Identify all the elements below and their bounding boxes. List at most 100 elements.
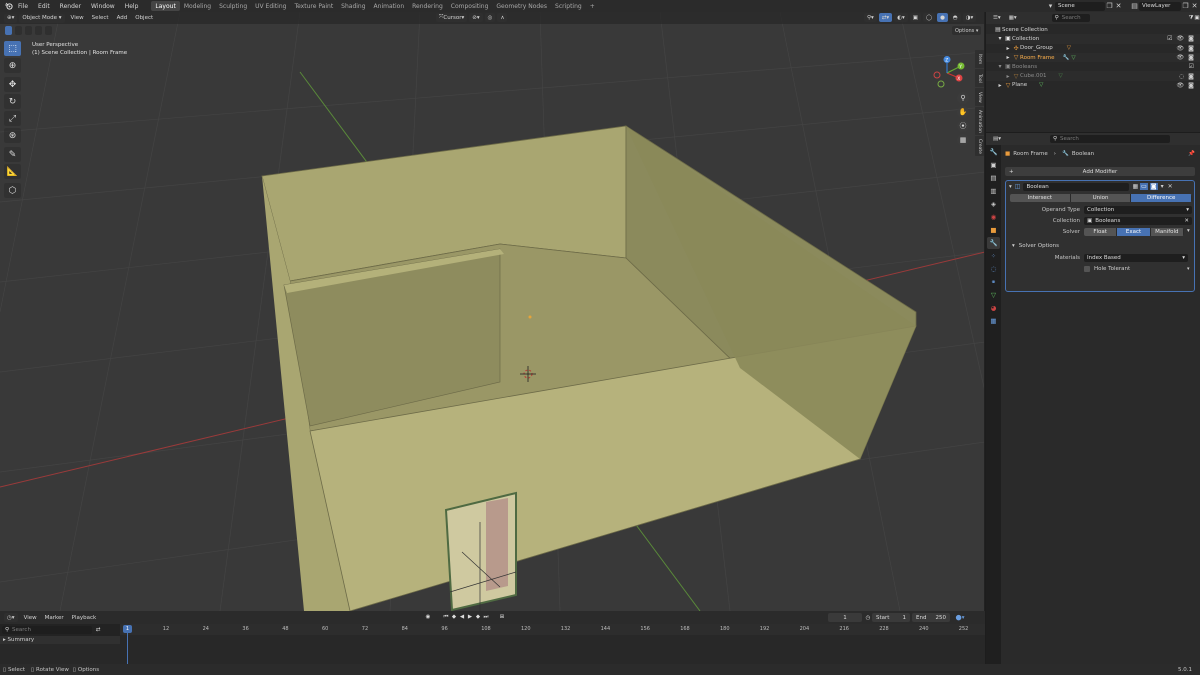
timeline-menu-playback[interactable]: Playback — [68, 613, 101, 622]
camera-icon[interactable]: ◙ — [1188, 73, 1194, 80]
checkbox-icon[interactable]: ☑ — [1189, 63, 1194, 70]
play-reverse-icon[interactable]: ◀ — [458, 613, 466, 621]
render-tab-icon[interactable]: ▣ — [987, 159, 1000, 171]
measure-tool-icon[interactable]: 📐 — [4, 164, 21, 179]
current-frame-field[interactable]: 1 — [828, 613, 862, 622]
view-layer-selector[interactable]: ▤ ViewLayer ❐ ✕ — [1130, 1, 1199, 11]
checkbox-icon[interactable]: ☑ — [1167, 35, 1172, 42]
xray-icon[interactable]: ▣ — [909, 13, 921, 22]
menu-file[interactable]: File — [13, 0, 33, 12]
collapse-arrow-icon[interactable]: ▾ — [1009, 184, 1012, 190]
camera-icon[interactable]: ◙ — [1188, 54, 1194, 61]
outliner-row-plane[interactable]: ▸ ▽ Plane ▽ 👁 ◙ — [986, 81, 1200, 90]
workspace-tab-scripting[interactable]: Scripting — [551, 1, 586, 11]
chevron-down-icon[interactable]: ▾ — [1187, 228, 1190, 234]
auto-keying-icon[interactable]: ◉ — [424, 613, 432, 621]
timeline-search-input[interactable]: ⚲ Search — [2, 625, 92, 634]
camera-icon[interactable]: ◙ — [1188, 82, 1194, 89]
outliner-editor[interactable]: ☰▾ ▦▾ ⚲ Search ⧩ ▣ ▤ Scene Collection ▾ ▣… — [986, 12, 1200, 132]
select-extend-icon[interactable] — [15, 26, 22, 35]
playhead-marker[interactable]: 1 — [123, 625, 132, 633]
annotate-tool-icon[interactable]: ✎ — [4, 147, 21, 162]
select-invert-icon[interactable] — [35, 26, 42, 35]
particles-tab-icon[interactable]: ⁘ — [987, 250, 1000, 262]
sidebar-tab-create[interactable]: Create — [975, 136, 984, 156]
close-icon[interactable]: ✕ — [1114, 2, 1123, 10]
sidebar-tab-item[interactable]: Item — [975, 50, 984, 68]
view-layer-name-field[interactable]: ViewLayer — [1139, 1, 1181, 11]
end-frame-field[interactable]: End 250 — [912, 613, 950, 622]
navigation-gizmo[interactable]: X Y Z — [929, 56, 973, 90]
cursor-tool-icon[interactable]: ⊕ — [4, 58, 21, 73]
camera-icon[interactable]: ◙ — [1188, 35, 1194, 42]
sidebar-tab-view[interactable]: View — [975, 88, 984, 106]
operand-type-dropdown[interactable]: Collection ▾ — [1084, 206, 1192, 214]
operation-intersect[interactable]: Intersect — [1010, 194, 1071, 202]
summary-channel[interactable]: ▸ Summary — [0, 636, 120, 644]
shading-wireframe-icon[interactable]: ◯ — [922, 13, 936, 22]
properties-editor-type-icon[interactable]: ▤▾ — [990, 134, 1004, 144]
playback-options-icon[interactable]: ⬤▾ — [956, 614, 965, 622]
menu-edit[interactable]: Edit — [33, 0, 55, 12]
outliner-row-scene-collection[interactable]: ▤ Scene Collection — [986, 25, 1200, 34]
frame-ruler[interactable]: 12 24 36 48 60 72 84 96 108 120 132 144 156 168 180 192… — [120, 624, 985, 635]
solver-exact[interactable]: Exact — [1117, 228, 1151, 236]
pin-icon[interactable]: 📌 — [1188, 151, 1195, 157]
solver-float[interactable]: Float — [1084, 228, 1118, 236]
viewport-options-button[interactable]: Options ▾ — [952, 26, 982, 35]
scene-name-field[interactable]: Scene — [1055, 1, 1105, 11]
snap-icon[interactable]: ⊘▾ — [469, 13, 483, 22]
jump-end-icon[interactable]: ⏭ — [482, 613, 490, 621]
start-frame-field[interactable]: Start 1 — [872, 613, 910, 622]
clock-icon[interactable]: ◷ — [864, 614, 872, 622]
workspace-tab-rendering[interactable]: Rendering — [408, 1, 447, 11]
visibility-icon[interactable]: ⚲▾ — [864, 13, 877, 22]
view-layer-tab-icon[interactable]: ▥ — [987, 185, 1000, 197]
jump-keyframe-forward-icon[interactable]: ◆ — [474, 613, 482, 621]
output-tab-icon[interactable]: ▤ — [987, 172, 1000, 184]
viewport-menu-select[interactable]: Select — [88, 14, 113, 23]
proportional-edit-icon[interactable]: ◎ — [484, 13, 496, 22]
object-mode-dropdown[interactable]: Object Mode ▾ — [19, 13, 65, 23]
close-icon[interactable]: ✕ — [1184, 218, 1189, 224]
timeline-menu-marker[interactable]: Marker — [41, 613, 68, 622]
gizmo-toggle-icon[interactable]: ⇄▾ — [878, 13, 893, 22]
add-workspace-button[interactable]: + — [586, 1, 599, 11]
workspace-tab-sculpting[interactable]: Sculpting — [215, 1, 251, 11]
perspective-grid-icon[interactable]: ▦ — [957, 134, 969, 146]
dropdown-icon[interactable]: ▾ — [1161, 183, 1164, 190]
object-tab-icon[interactable]: ■ — [987, 224, 1000, 236]
shading-rendered-icon[interactable]: ◑▾ — [962, 13, 977, 22]
outliner-row-room-frame[interactable]: ▸ ▽ Room Frame 🔧 ▽ 👁 ◙ — [986, 52, 1200, 63]
outliner-row-collection[interactable]: ▾ ▣ Collection ☑ 👁 ◙ — [986, 34, 1200, 44]
world-tab-icon[interactable]: ◉ — [987, 211, 1000, 223]
select-box-tool-icon[interactable]: ⬚ — [4, 41, 21, 56]
outliner-search-input[interactable]: ⚲ Search — [1051, 14, 1091, 22]
timeline-menu-view[interactable]: View — [20, 613, 41, 622]
editor-type-button[interactable]: ⊕▾ — [4, 13, 18, 23]
eye-icon[interactable]: 👁 — [1177, 45, 1185, 52]
menu-window[interactable]: Window — [86, 0, 120, 12]
operation-union[interactable]: Union — [1070, 194, 1132, 202]
keying-set-icon[interactable]: ⊞ — [498, 613, 506, 621]
add-modifier-button[interactable]: + Add Modifier — [1005, 167, 1195, 176]
jump-keyframe-back-icon[interactable]: ◆ — [450, 613, 458, 621]
eye-icon[interactable]: 👁 — [1177, 35, 1185, 42]
camera-view-icon[interactable]: ⦿ — [957, 120, 969, 132]
viewport-menu-view[interactable]: View — [67, 14, 88, 23]
falloff-icon[interactable]: ∧ — [497, 13, 508, 22]
scene-selector[interactable]: ▾ Scene ❐ ✕ — [1046, 1, 1123, 11]
outliner-row-door-group[interactable]: ▸ ✣ Door_Group ▽ 👁 ◙ — [986, 44, 1200, 53]
display-mode-icon[interactable]: ▦▾ — [1005, 13, 1020, 23]
zoom-icon[interactable]: ⚲ — [957, 92, 969, 104]
collection-field[interactable]: ▣ Booleans ✕ — [1084, 217, 1192, 225]
viewport-menu-add[interactable]: Add — [113, 14, 132, 23]
close-icon[interactable]: ✕ — [1190, 2, 1199, 10]
jump-start-icon[interactable]: ⏮ — [442, 613, 450, 621]
play-icon[interactable]: ▶ — [466, 613, 474, 621]
outliner-row-cube-001[interactable]: ▸ ▽ Cube.001 ▽ ◌ ◙ — [986, 71, 1200, 81]
edit-mode-toggle-icon[interactable]: ▦ — [1132, 183, 1138, 190]
pan-hand-icon[interactable]: ✋ — [957, 106, 969, 118]
workspace-tab-geometry-nodes[interactable]: Geometry Nodes — [492, 1, 551, 11]
menu-render[interactable]: Render — [55, 0, 86, 12]
